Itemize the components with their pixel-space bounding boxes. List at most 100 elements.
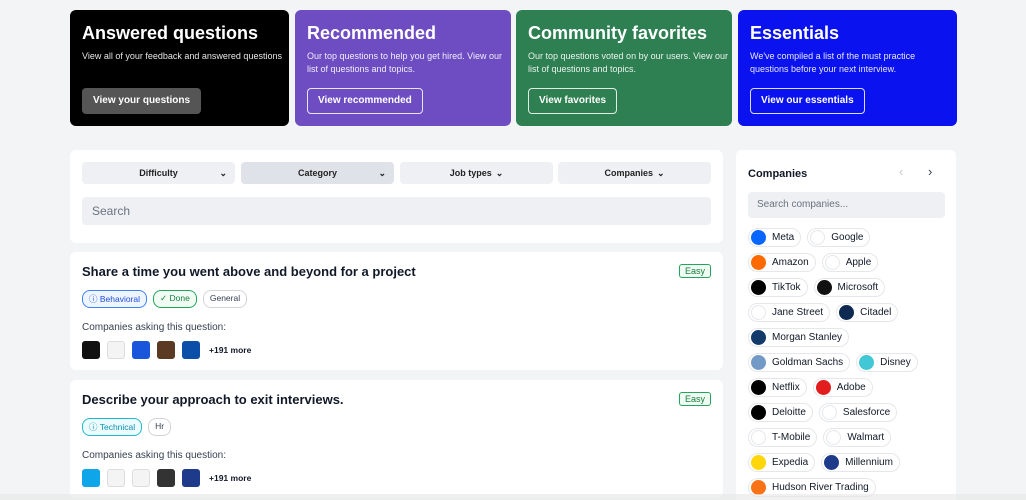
company-chip-label: Deloitte [772, 407, 806, 418]
company-logo-icon [824, 255, 840, 270]
card-title: Community favorites [528, 23, 708, 43]
question-title[interactable]: Share a time you went above and beyond f… [82, 264, 711, 280]
company-chip-adobe[interactable]: Adobe [812, 378, 873, 397]
company-chip-row: Deloitte Salesforce [748, 403, 944, 422]
company-chip-netflix[interactable]: Netflix [748, 378, 807, 397]
tag-list: ⓘ Technical Hr [82, 418, 711, 436]
company-chip-label: Meta [772, 232, 795, 243]
company-logo[interactable] [107, 341, 125, 359]
company-logo-list: +191 more [82, 341, 711, 359]
card-description: Our top questions to help you get hired.… [307, 51, 502, 74]
company-chip-label: T-Mobile [772, 432, 811, 443]
difficulty-badge: Easy [678, 264, 711, 278]
company-chip-citadel[interactable]: Citadel [836, 303, 899, 322]
company-logo[interactable] [157, 341, 175, 359]
chevron-right-icon[interactable]: › [928, 164, 932, 179]
company-chip-label: Netflix [772, 382, 800, 393]
company-chip-walmart[interactable]: Walmart [823, 428, 892, 447]
company-logo-icon [751, 230, 766, 245]
company-chip-label: Goldman Sachs [772, 357, 844, 368]
job-types-filter[interactable]: Job types ⌄ [400, 162, 553, 184]
company-chip-millennium[interactable]: Millennium [821, 453, 900, 472]
filter-label: Companies [604, 168, 653, 178]
company-logo[interactable] [132, 341, 150, 359]
company-logo-icon [751, 405, 766, 420]
answered-questions-card: Answered questions View all of your feed… [70, 10, 289, 126]
tag-general[interactable]: General [202, 290, 248, 308]
company-chip-goldman-sachs[interactable]: Goldman Sachs [748, 353, 851, 372]
company-chip-meta[interactable]: Meta [748, 228, 802, 247]
view-essentials-button[interactable]: View our essentials [750, 88, 865, 114]
more-companies-count[interactable]: +191 more [209, 473, 251, 483]
company-logo-icon [751, 305, 766, 320]
filter-label: Category [297, 168, 337, 178]
companies-panel: Companies ‹ › Search companies... Meta Go… [736, 150, 956, 500]
company-chip-label: Hudson River Trading [772, 482, 869, 493]
companies-asking-label: Companies asking this question: [82, 450, 226, 461]
question-title[interactable]: Describe your approach to exit interview… [82, 392, 711, 408]
company-chip-google[interactable]: Google [807, 228, 871, 247]
tag-behavioral[interactable]: ⓘ Behavioral [82, 290, 148, 308]
company-chip-jane-street[interactable]: Jane Street [748, 303, 831, 322]
companies-filter[interactable]: Companies ⌄ [558, 162, 711, 184]
card-title: Answered questions [82, 23, 259, 43]
company-chip-apple[interactable]: Apple [821, 253, 879, 272]
company-logo[interactable] [107, 469, 125, 487]
company-logo[interactable] [182, 469, 200, 487]
company-chip-tiktok[interactable]: TikTok [748, 278, 808, 297]
company-chip-expedia[interactable]: Expedia [748, 453, 816, 472]
company-chip-row: Morgan Stanley [748, 328, 944, 347]
more-companies-count[interactable]: +191 more [209, 345, 251, 355]
view-recommended-button[interactable]: View recommended [307, 88, 423, 114]
company-chip-label: Millennium [845, 457, 893, 468]
company-chip-row: Amazon Apple [748, 253, 944, 272]
company-chip-row: Expedia Millennium [748, 453, 944, 472]
company-chip-deloitte[interactable]: Deloitte [748, 403, 813, 422]
difficulty-filter[interactable]: Difficulty ⌄ [82, 162, 235, 184]
tag-technical[interactable]: ⓘ Technical [82, 418, 143, 436]
view-your-questions-button[interactable]: View your questions [82, 88, 202, 114]
company-logo-icon [751, 255, 766, 270]
company-search-input[interactable]: Search companies... [748, 192, 945, 218]
company-logo-icon [859, 355, 875, 370]
company-chip-t-mobile[interactable]: T-Mobile [748, 428, 818, 447]
community-favorites-card: Community favorites Our top questions vo… [516, 10, 732, 126]
company-logo-list: +191 more [82, 469, 711, 487]
company-logo[interactable] [82, 341, 100, 359]
category-filter[interactable]: Category ⌄ [241, 162, 394, 184]
company-chip-label: Amazon [772, 257, 809, 268]
company-logo[interactable] [132, 469, 150, 487]
chevron-down-icon: ⌄ [656, 167, 665, 178]
question-card[interactable]: Describe your approach to exit interview… [70, 380, 723, 498]
company-chip-disney[interactable]: Disney [856, 353, 918, 372]
filter-label: Job types [449, 168, 492, 178]
card-description: We've compiled a list of the must practi… [750, 51, 916, 74]
company-logo[interactable] [82, 469, 100, 487]
company-chip-label: Adobe [836, 382, 866, 393]
chevron-left-icon[interactable]: ‹ [899, 164, 903, 179]
company-chip-label: Google [831, 232, 864, 243]
chevron-down-icon: ⌄ [495, 167, 504, 178]
company-chip-amazon[interactable]: Amazon [748, 253, 816, 272]
company-logo-icon [751, 330, 766, 345]
company-chip-salesforce[interactable]: Salesforce [818, 403, 898, 422]
company-logo-icon [816, 280, 832, 295]
chevron-down-icon: ⌄ [219, 167, 227, 178]
recommended-card: Recommended Our top questions to help yo… [295, 10, 511, 126]
company-chip-row: Netflix Adobe [748, 378, 944, 397]
view-favorites-button[interactable]: View favorites [528, 88, 618, 114]
company-chip-label: TikTok [772, 282, 801, 293]
company-chip-morgan-stanley[interactable]: Morgan Stanley [748, 328, 850, 347]
tag-done: ✓ Done [153, 290, 197, 308]
company-chip-microsoft[interactable]: Microsoft [813, 278, 886, 297]
company-chip-row: Jane Street Citadel [748, 303, 944, 322]
company-logo[interactable] [182, 341, 200, 359]
company-chip-row: Goldman Sachs Disney [748, 353, 944, 372]
company-logo-icon [839, 305, 855, 320]
tag-hr[interactable]: Hr [148, 418, 172, 436]
search-input[interactable]: Search [82, 197, 711, 225]
company-logo[interactable] [157, 469, 175, 487]
question-card[interactable]: Share a time you went above and beyond f… [70, 252, 723, 370]
company-chip-label: Expedia [772, 457, 809, 468]
companies-asking-label: Companies asking this question: [82, 322, 226, 333]
